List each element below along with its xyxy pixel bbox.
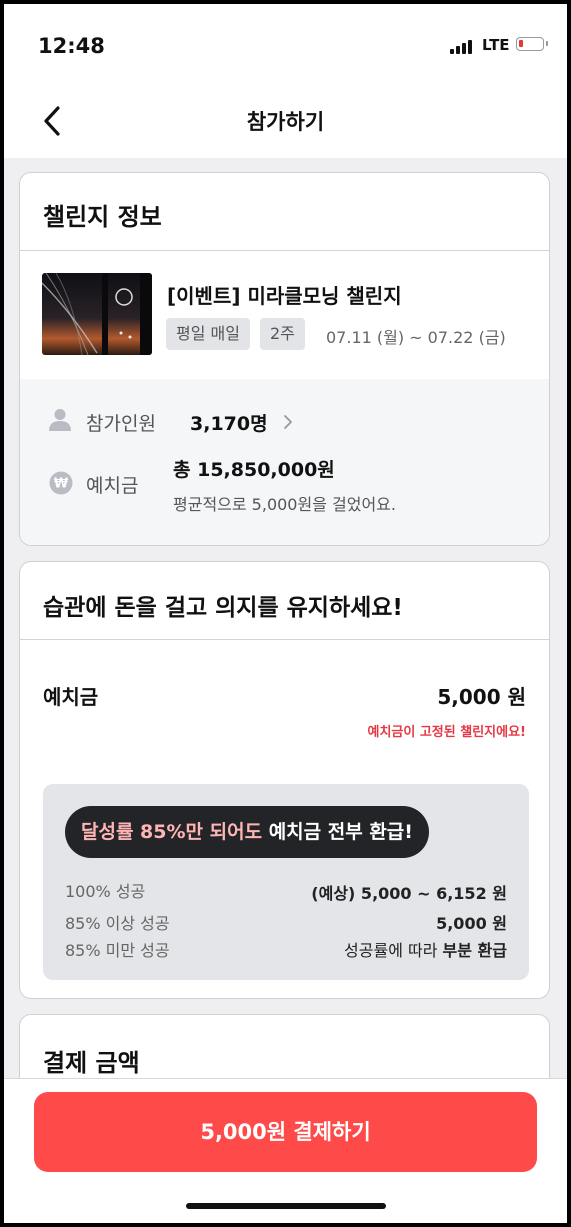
network-label: LTE: [482, 36, 510, 54]
tier-value: 성공률에 따라 부분 환급: [344, 937, 507, 961]
tier-value-prefix: 성공률에 따라: [344, 941, 443, 960]
battery-icon: [516, 37, 548, 51]
deposit-heading: 습관에 돈을 걸고 의지를 유지하세요!: [43, 595, 403, 621]
bottom-bar: 5,000원 결제하기: [4, 1078, 567, 1223]
svg-text:₩: ₩: [54, 477, 69, 492]
refund-pill: 달성률 85%만 되어도 예치금 전부 환급!: [65, 806, 429, 858]
participants-value[interactable]: 3,170명: [190, 409, 268, 436]
challenge-info-heading: 챌린지 정보: [43, 203, 162, 231]
home-indicator: [186, 1203, 386, 1209]
divider: [20, 639, 549, 640]
tier-label: 100% 성공: [65, 882, 146, 901]
tier-value: 5,000 원: [436, 914, 507, 933]
refund-pill-highlight: 달성률 85%만 되어도: [81, 821, 263, 843]
refund-info-box: 달성률 85%만 되어도 예치금 전부 환급! 100% 성공 (예상) 5,0…: [43, 784, 529, 980]
signal-icon: [450, 38, 476, 54]
pay-button[interactable]: 5,000원 결제하기: [34, 1092, 537, 1172]
participants-label: 참가인원: [86, 413, 156, 435]
challenge-title: [이벤트] 미라클모닝 챌린지: [167, 284, 402, 308]
challenge-thumbnail[interactable]: [42, 273, 152, 355]
tag-frequency: 평일 매일: [166, 318, 250, 350]
tier-label: 85% 이상 성공: [65, 914, 170, 933]
challenge-period: 07.11 (월) ~ 07.22 (금): [326, 328, 506, 347]
status-bar: 12:48 LTE: [4, 4, 567, 82]
nav-bar: 참가하기: [4, 82, 567, 158]
tier-value-bold: 부분 환급: [442, 941, 507, 960]
screen: 12:48 LTE 참가하기 챌린지 정보 [이벤트] 미라클모닝 챌린지 평일…: [4, 4, 567, 1223]
deposit-card: 습관에 돈을 걸고 의지를 유지하세요! 예치금 5,000 원 예치금이 고정…: [19, 561, 550, 999]
deposit-label: 예치금: [86, 475, 139, 497]
person-icon: [49, 409, 71, 431]
deposit-row-label: 예치금: [43, 685, 99, 709]
tier-label: 85% 미만 성공: [65, 941, 170, 960]
challenge-stats: 참가인원 3,170명 ₩ 예치금 총 15,850,000원 평균적으로 5,…: [20, 379, 549, 545]
deposit-amount: 5,000 원: [437, 685, 526, 709]
page-title: 참가하기: [246, 110, 325, 134]
payment-heading: 결제 금액: [43, 1049, 140, 1077]
fixed-deposit-note: 예치금이 고정된 챌린지에요!: [367, 725, 526, 740]
challenge-info-card: 챌린지 정보 [이벤트] 미라클모닝 챌린지 평일 매일 2주 07.11 (월…: [19, 172, 550, 546]
tag-duration: 2주: [260, 318, 305, 350]
tier-value: (예상) 5,000 ~ 6,152 원: [311, 884, 507, 903]
deposit-average-note: 평균적으로 5,000원을 걸었어요.: [173, 495, 396, 514]
won-coin-icon: ₩: [49, 471, 73, 495]
status-time: 12:48: [38, 34, 105, 58]
chevron-right-icon[interactable]: [282, 413, 294, 431]
deposit-total: 총 15,850,000원: [173, 459, 335, 481]
refund-pill-rest: 예치금 전부 환급!: [262, 821, 413, 843]
divider: [20, 250, 549, 251]
